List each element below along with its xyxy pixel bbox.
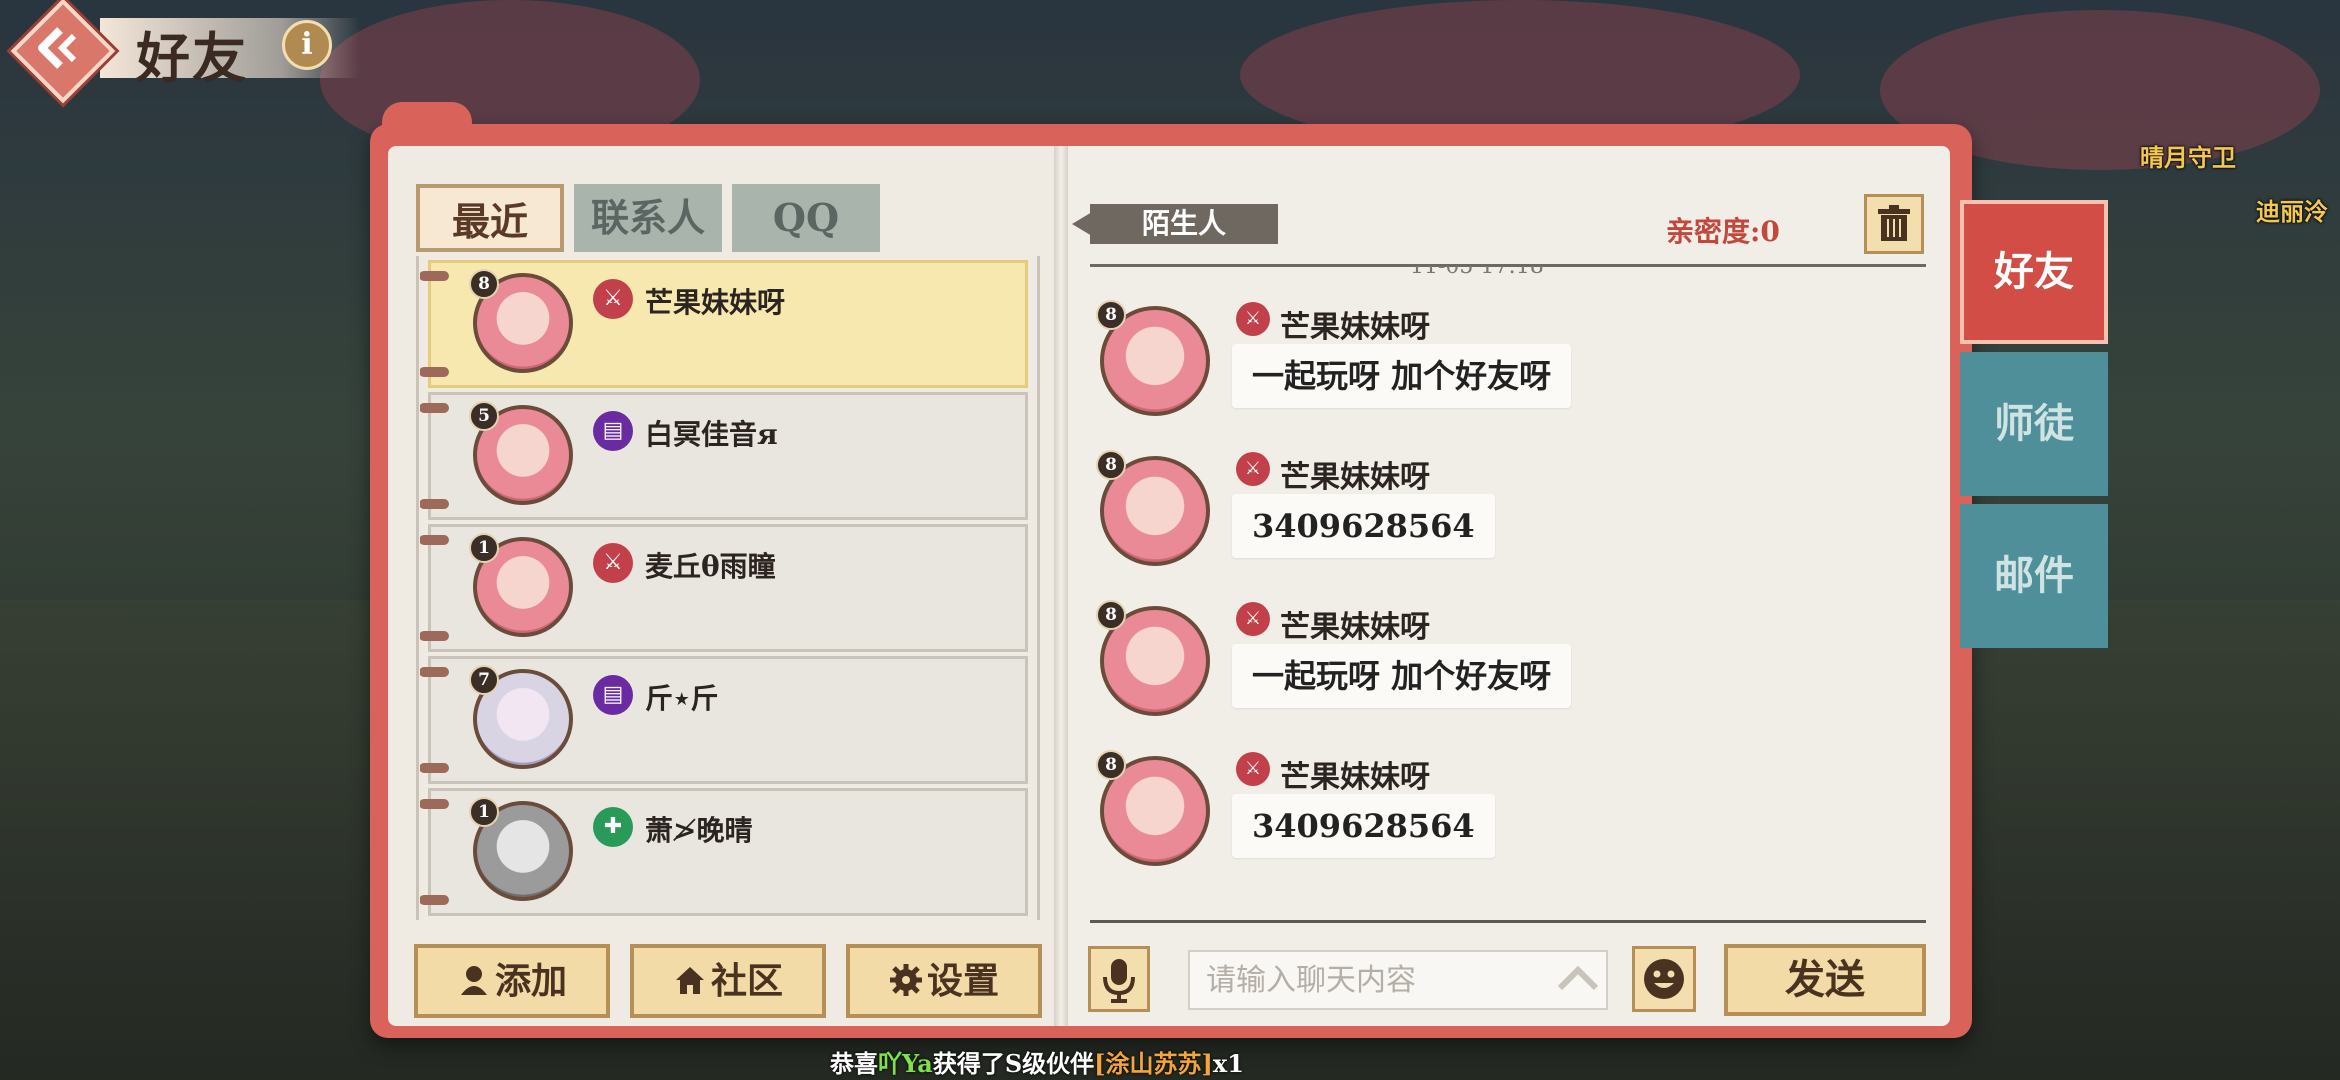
- broadcast-partner[interactable]: [涂山苏苏]: [1094, 1049, 1213, 1078]
- level-badge: 8: [1096, 750, 1126, 780]
- sender-name: 芒果妹妹呀: [1280, 610, 1430, 645]
- settings-button-label: 设置: [926, 960, 999, 1002]
- npc-name-2[interactable]: 迪丽泠: [2256, 192, 2328, 227]
- level-badge: 8: [469, 269, 499, 299]
- chat-message: 8 ⚔ 芒果妹妹呀 一起玩呀 加个好友呀: [1096, 600, 1896, 720]
- chevron-up-icon[interactable]: [1556, 964, 1600, 992]
- book-spine: [1054, 146, 1068, 1026]
- sword-icon: ⚔: [1236, 752, 1270, 786]
- chat-input[interactable]: [1188, 950, 1608, 1010]
- friend-name: 芒果妹妹呀: [645, 286, 786, 319]
- voice-button[interactable]: [1088, 946, 1150, 1012]
- back-arrow-icon: [38, 27, 77, 69]
- broadcast-suffix: x1: [1212, 1049, 1244, 1078]
- page-title: 好友: [136, 26, 248, 90]
- level-badge: 1: [469, 533, 499, 563]
- card-pin: [420, 403, 449, 413]
- add-friend-button[interactable]: 添加: [414, 944, 610, 1018]
- sword-icon: ⚔: [1236, 302, 1270, 336]
- emoji-button[interactable]: [1632, 946, 1696, 1012]
- friend-item[interactable]: 8 ⚔ 芒果妹妹呀: [420, 260, 1028, 388]
- friend-item[interactable]: 1 ⚔ 麦丘θ雨瞳: [420, 524, 1028, 652]
- card-pin: [420, 367, 449, 377]
- intimacy-value: 0: [1760, 215, 1780, 248]
- level-badge: 1: [469, 797, 499, 827]
- friend-name: 斤⋆斤: [645, 682, 719, 715]
- card-pin: [420, 535, 449, 545]
- delete-chat-button[interactable]: [1864, 194, 1924, 254]
- person-icon: [460, 966, 487, 995]
- trash-icon: [1878, 205, 1910, 241]
- friend-name: 萧≯晚晴: [645, 814, 753, 847]
- house-icon: [675, 967, 704, 994]
- info-icon[interactable]: i: [282, 20, 332, 70]
- scroll-icon: ▤: [593, 675, 633, 715]
- sender-name: 芒果妹妹呀: [1280, 460, 1430, 495]
- card-pin: [420, 667, 449, 677]
- microphone-icon: [1103, 959, 1135, 1003]
- scroll-icon: ▤: [593, 411, 633, 451]
- level-badge: 5: [469, 401, 499, 431]
- community-button[interactable]: 社区: [630, 944, 826, 1018]
- intimacy-display: 亲密度:0: [1666, 210, 1780, 250]
- level-badge: 8: [1096, 600, 1126, 630]
- friend-name: 麦丘θ雨瞳: [645, 550, 776, 583]
- community-button-label: 社区: [710, 960, 783, 1002]
- add-button-label: 添加: [494, 960, 567, 1002]
- side-tab-friends[interactable]: 好友: [1960, 200, 2108, 344]
- sword-icon: ⚔: [1236, 452, 1270, 486]
- level-badge: 7: [469, 665, 499, 695]
- sword-icon: ⚔: [593, 543, 633, 583]
- heal-icon: ✚: [593, 807, 633, 847]
- sender-name: 芒果妹妹呀: [1280, 310, 1430, 345]
- chat-message: 8 ⚔ 芒果妹妹呀 3409628564: [1096, 450, 1896, 570]
- level-badge: 8: [1096, 300, 1126, 330]
- tab-qq[interactable]: QQ: [732, 184, 880, 252]
- npc-name-1[interactable]: 晴月守卫: [2140, 138, 2236, 173]
- tab-contacts[interactable]: 联系人: [574, 184, 722, 252]
- card-pin: [420, 631, 449, 641]
- broadcast-player[interactable]: 吖Ya: [878, 1049, 933, 1078]
- relation-tag: 陌生人: [1090, 204, 1278, 244]
- settings-button[interactable]: 设置: [846, 944, 1042, 1018]
- send-button[interactable]: 发送: [1724, 944, 1926, 1016]
- chat-message: 8 ⚔ 芒果妹妹呀 3409628564: [1096, 750, 1896, 870]
- broadcast-middle: 获得了S级伙伴: [932, 1049, 1095, 1078]
- message-bubble[interactable]: 3409628564: [1232, 494, 1495, 558]
- chat-divider-bottom: [1090, 920, 1926, 923]
- card-pin: [420, 271, 449, 281]
- side-tab-mail[interactable]: 邮件: [1960, 504, 2108, 648]
- broadcast-prefix: 恭喜: [830, 1049, 878, 1078]
- intimacy-label: 亲密度:: [1666, 215, 1761, 248]
- friend-list[interactable]: 8 ⚔ 芒果妹妹呀 5 ▤ 白冥佳音я 1 ⚔ 麦丘θ雨瞳 7 ▤ 斤⋆斤 1 …: [420, 256, 1032, 920]
- message-bubble[interactable]: 一起玩呀 加个好友呀: [1232, 644, 1572, 708]
- message-bubble[interactable]: 3409628564: [1232, 794, 1495, 858]
- back-button[interactable]: [10, 0, 116, 104]
- friend-item[interactable]: 7 ▤ 斤⋆斤: [420, 656, 1028, 784]
- tab-recent[interactable]: 最近: [416, 184, 564, 252]
- card-pin: [420, 895, 449, 905]
- friend-name: 白冥佳音я: [645, 418, 778, 451]
- sender-name: 芒果妹妹呀: [1280, 760, 1430, 795]
- side-tab-master-apprentice[interactable]: 师徒: [1960, 352, 2108, 496]
- level-badge: 8: [1096, 450, 1126, 480]
- chat-timestamp: 11-05 17:18: [1410, 266, 1544, 279]
- panel-ribbon: [382, 102, 472, 142]
- friend-item[interactable]: 5 ▤ 白冥佳音я: [420, 392, 1028, 520]
- sword-icon: ⚔: [1236, 602, 1270, 636]
- message-bubble[interactable]: 一起玩呀 加个好友呀: [1232, 344, 1572, 408]
- gear-icon: [889, 964, 922, 996]
- card-pin: [420, 499, 449, 509]
- chat-message: 8 ⚔ 芒果妹妹呀 一起玩呀 加个好友呀: [1096, 300, 1896, 420]
- sword-icon: ⚔: [593, 279, 633, 319]
- card-pin: [420, 763, 449, 773]
- system-broadcast: 恭喜吖Ya获得了S级伙伴[涂山苏苏]x1: [830, 1044, 1244, 1079]
- card-pin: [420, 799, 449, 809]
- friend-item[interactable]: 1 ✚ 萧≯晚晴: [420, 788, 1028, 916]
- smiley-icon: [1644, 959, 1684, 999]
